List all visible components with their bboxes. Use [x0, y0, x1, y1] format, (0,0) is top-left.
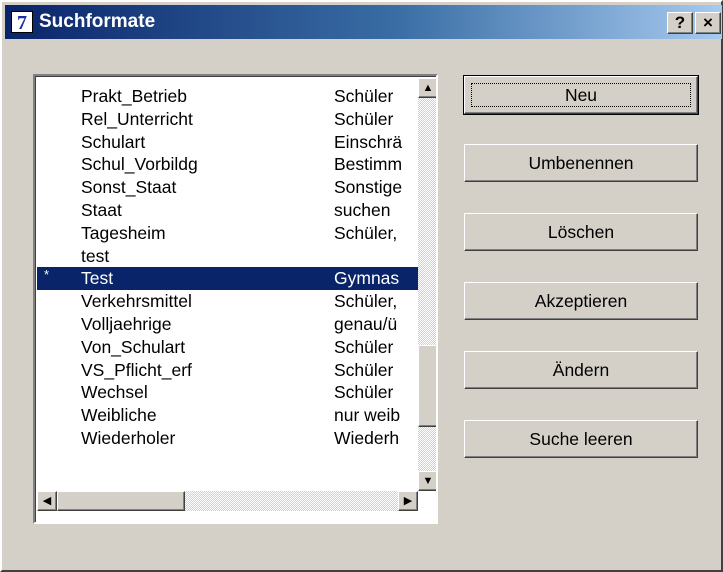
list-item-name: Schulart — [81, 131, 146, 152]
list-item-name: Rel_Unterricht — [81, 108, 193, 129]
list-item-name: Schul_Vorbildg — [81, 154, 198, 175]
new-button-label: Neu — [564, 85, 598, 105]
list-item[interactable]: Tagesheim Schüler, — [37, 222, 418, 245]
vertical-scroll-thumb[interactable] — [418, 345, 436, 427]
list-item[interactable]: Wechsel Schüler — [37, 381, 418, 404]
delete-button[interactable]: Löschen — [464, 213, 698, 251]
rename-button-label: Umbenennen — [528, 153, 634, 173]
list-item-description: genau/ü — [334, 313, 398, 334]
list-item-description: Schüler — [334, 336, 394, 357]
list-item-description: Einschrä — [334, 131, 403, 152]
scroll-down-button[interactable]: ▼ — [418, 471, 436, 491]
list-item-name: Staat — [81, 199, 122, 220]
list-item-description: Schüler, — [334, 291, 398, 312]
list-item[interactable]: VS_Pflicht_erf Schüler — [37, 359, 418, 382]
list-item-name: test — [81, 245, 110, 266]
window-title: Suchformate — [39, 11, 156, 32]
delete-button-label: Löschen — [547, 222, 615, 242]
list-item-name: Volljaehrige — [81, 313, 172, 334]
list-item[interactable]: Verkehrsmittel Schüler, — [37, 290, 418, 313]
dialog-window: 7 Suchformate ? × Prakt_Betrieb Schüler Re… — [0, 0, 723, 572]
list-inner: Prakt_Betrieb Schüler Rel_Unterricht Schüle… — [35, 76, 436, 522]
clear-search-button[interactable]: Suche leeren — [464, 420, 698, 458]
title-bar[interactable]: 7 Suchformate ? × — [5, 5, 722, 39]
vertical-scrollbar[interactable]: ▲ ▼ — [418, 78, 436, 491]
scrollbar-corner — [418, 491, 436, 511]
accept-button-label: Akzeptieren — [534, 291, 628, 311]
list-item[interactable]: Schul_Vorbildg Bestimm — [37, 153, 418, 176]
list-item-description: Schüler — [334, 108, 394, 129]
list-item-description: Gymnas — [334, 268, 400, 289]
list-item-name: Weibliche — [81, 405, 157, 426]
list-item-description: Bestimm — [334, 154, 403, 175]
list-item-name: Wechsel — [81, 382, 148, 403]
change-button[interactable]: Ändern — [464, 351, 698, 389]
list-item-description: nur weib — [334, 405, 401, 426]
list-item-description: suchen — [334, 199, 391, 220]
list-item[interactable]: Staat suchen — [37, 199, 418, 222]
list-item-description: Wiederh — [334, 427, 400, 448]
list-rows: Prakt_Betrieb Schüler Rel_Unterricht Schüle… — [37, 85, 418, 450]
help-button[interactable]: ? — [667, 12, 693, 34]
horizontal-scroll-thumb[interactable] — [57, 491, 185, 511]
list-item-name: Sonst_Staat — [81, 177, 177, 198]
list-item-description: Schüler, — [334, 222, 398, 243]
accept-button[interactable]: Akzeptieren — [464, 282, 698, 320]
list-item-name: Tagesheim — [81, 222, 166, 243]
list-item[interactable]: Von_Schulart Schüler — [37, 336, 418, 359]
list-item[interactable]: Schulart Einschrä — [37, 131, 418, 154]
horizontal-scrollbar[interactable]: ◀ ▶ — [37, 491, 418, 511]
list-item[interactable]: Prakt_Betrieb Schüler — [37, 85, 418, 108]
list-item-description: Schüler — [334, 359, 394, 380]
list-item-name: Prakt_Betrieb — [81, 86, 188, 106]
scroll-right-button[interactable]: ▶ — [398, 491, 418, 511]
list-item-description: Sonstige — [334, 177, 403, 198]
list-item[interactable]: Sonst_Staat Sonstige — [37, 176, 418, 199]
list-item[interactable]: Wiederholer Wiederh — [37, 427, 418, 450]
list-item[interactable]: Weibliche nur weib — [37, 404, 418, 427]
rename-button[interactable]: Umbenennen — [464, 144, 698, 182]
list-item-name: Wiederholer — [81, 427, 176, 448]
list-item-description: Schüler — [334, 86, 394, 106]
list-item[interactable]: test — [37, 245, 418, 268]
list-item[interactable]: Rel_Unterricht Schüler — [37, 108, 418, 131]
scroll-up-button[interactable]: ▲ — [418, 78, 436, 98]
scroll-left-button[interactable]: ◀ — [37, 491, 57, 511]
list-item-marker: * — [44, 267, 50, 283]
clear-search-button-label: Suche leeren — [529, 429, 633, 449]
search-format-list[interactable]: Prakt_Betrieb Schüler Rel_Unterricht Schüle… — [33, 74, 438, 524]
list-item-name: Test — [81, 268, 114, 289]
list-item[interactable]: Volljaehrige genau/ü — [37, 313, 418, 336]
app-icon: 7 — [11, 11, 33, 34]
list-item-description: Schüler — [334, 382, 394, 403]
list-item-name: Verkehrsmittel — [81, 291, 192, 312]
list-item-name: VS_Pflicht_erf — [81, 359, 192, 380]
list-item[interactable]: * Test Gymnas — [37, 267, 418, 291]
close-button[interactable]: × — [695, 12, 721, 34]
change-button-label: Ändern — [552, 360, 610, 380]
list-item-name: Von_Schulart — [81, 336, 186, 357]
new-button[interactable]: Neu — [463, 75, 699, 115]
